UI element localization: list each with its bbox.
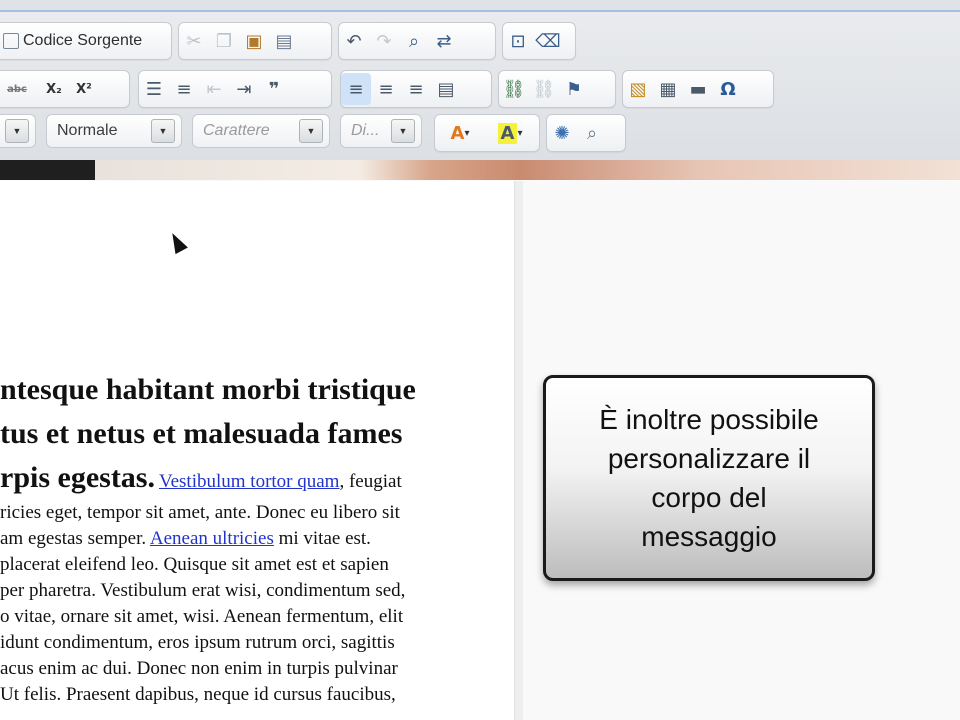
- source-button-label: Codice Sorgente: [23, 32, 143, 49]
- list-group: ☰ ≡ ⇤ ⇥ ❞: [138, 70, 332, 108]
- outdent-icon[interactable]: ⇤: [199, 73, 229, 105]
- size-select[interactable]: Di... ▼: [340, 114, 422, 148]
- article-text[interactable]: ntesque habitant morbi tristique tus et …: [0, 368, 520, 708]
- chevron-down-icon: ▼: [5, 119, 29, 143]
- callout-line-1: È inoltre possibile: [599, 404, 819, 435]
- select-group: ⊡ ⌫: [502, 22, 576, 60]
- chevron-down-icon: ▼: [299, 119, 323, 143]
- blockquote-icon[interactable]: ❞: [259, 73, 289, 105]
- maximize-icon[interactable]: ✺: [547, 117, 577, 149]
- link-vestibulum[interactable]: Vestibulum tortor quam: [159, 471, 339, 492]
- image-icon[interactable]: ▧: [623, 73, 653, 105]
- color-group: A ▾ A ▾: [434, 114, 540, 152]
- body-line: o vitae, ornare sit amet, wisi. Aenean f…: [0, 606, 404, 627]
- window-top-edge: [0, 0, 960, 12]
- paste-icon[interactable]: ▣: [239, 25, 269, 57]
- insert-group: ▧ ▦ ▬ Ω: [622, 70, 774, 108]
- styles-select[interactable]: ▼: [0, 114, 36, 148]
- format-select-value: Normale: [57, 122, 118, 139]
- article-mixed-line: rpis egestas. Vestibulum tortor quam, fe…: [0, 456, 520, 500]
- undo-icon[interactable]: ↶: [339, 25, 369, 57]
- superscript-button[interactable]: X²: [69, 73, 99, 105]
- body-line: ricies eget, tempor sit amet, ante. Done…: [0, 502, 400, 523]
- special-char-button[interactable]: Ω: [713, 73, 743, 105]
- align-right-icon[interactable]: ≡: [401, 73, 431, 105]
- header-banner-image: [0, 160, 960, 180]
- cut-icon[interactable]: ✂: [179, 25, 209, 57]
- link-group: ⛓ ⛓ ⚑: [498, 70, 616, 108]
- bullet-list-icon[interactable]: ≡: [169, 73, 199, 105]
- body-line: acus enim ac dui. Donec non enim in turp…: [0, 658, 398, 679]
- replace-icon[interactable]: ⇄: [429, 25, 459, 57]
- redo-icon[interactable]: ↷: [369, 25, 399, 57]
- link-icon[interactable]: ⛓: [499, 73, 529, 105]
- callout-line-3: corpo del: [651, 482, 767, 513]
- body-text: am egestas semper.: [0, 528, 150, 549]
- text-color-button[interactable]: A ▾: [435, 117, 485, 149]
- anchor-icon[interactable]: ⚑: [559, 73, 589, 105]
- align-group: ≡ ≡ ≡ ▤: [340, 70, 492, 108]
- callout-line-4: messaggio: [641, 521, 777, 552]
- text-style-group: abc X₂ X²: [0, 70, 130, 108]
- chevron-down-icon: ▼: [151, 119, 175, 143]
- preview-icon[interactable]: ⌕: [577, 117, 607, 149]
- body-line: idunt condimentum, eros ipsum rutrum orc…: [0, 632, 395, 653]
- bg-color-button[interactable]: A ▾: [485, 117, 535, 149]
- bg-color-label: A: [497, 122, 518, 144]
- subscript-button[interactable]: X₂: [39, 73, 69, 105]
- tools-group: ✺ ⌕: [546, 114, 626, 152]
- horizontal-rule-icon[interactable]: ▬: [683, 73, 713, 105]
- remove-format-icon[interactable]: ⌫: [533, 25, 563, 57]
- body-line: Ut felis. Praesent dapibus, neque id cur…: [0, 684, 396, 705]
- justify-icon[interactable]: ▤: [431, 73, 461, 105]
- paste-text-icon[interactable]: ▤: [269, 25, 299, 57]
- body-text: , feugiat: [339, 471, 402, 492]
- callout-line-2: personalizzare il: [607, 443, 811, 474]
- copy-icon[interactable]: ❐: [209, 25, 239, 57]
- font-select-placeholder: Carattere: [203, 122, 270, 139]
- strike-button[interactable]: abc: [0, 73, 39, 105]
- edit-group: ↶ ↷ ⌕ ⇄: [338, 22, 496, 60]
- article-heading-line-2: tus et netus et malesuada fames: [0, 417, 403, 450]
- article-heading-line-3: rpis egestas.: [0, 461, 155, 494]
- find-icon[interactable]: ⌕: [399, 25, 429, 57]
- link-aenean[interactable]: Aenean ultricies: [150, 528, 274, 549]
- size-select-placeholder: Di...: [351, 122, 380, 139]
- editor-toolbar: Codice Sorgente ✂ ❐ ▣ ▤ ↶ ↷ ⌕ ⇄ ⊡ ⌫ abc …: [0, 12, 960, 165]
- chevron-down-icon: ▼: [391, 119, 415, 143]
- clipboard-group: ✂ ❐ ▣ ▤: [178, 22, 332, 60]
- align-left-icon[interactable]: ≡: [341, 73, 371, 105]
- numbered-list-icon[interactable]: ☰: [139, 73, 169, 105]
- indent-icon[interactable]: ⇥: [229, 73, 259, 105]
- source-button[interactable]: Codice Sorgente: [0, 22, 172, 60]
- select-all-icon[interactable]: ⊡: [503, 25, 533, 57]
- article-heading-line-1: ntesque habitant morbi tristique: [0, 373, 416, 406]
- text-color-label: A: [450, 122, 465, 144]
- align-center-icon[interactable]: ≡: [371, 73, 401, 105]
- body-line: per pharetra. Vestibulum erat wisi, cond…: [0, 580, 406, 601]
- table-icon[interactable]: ▦: [653, 73, 683, 105]
- tutorial-callout: È inoltre possibile personalizzare il co…: [543, 375, 875, 581]
- body-line: am egestas semper. Aenean ultricies mi v…: [0, 526, 520, 552]
- source-icon: [3, 33, 19, 49]
- format-select[interactable]: Normale ▼: [46, 114, 182, 148]
- body-text: mi vitae est.: [273, 528, 371, 549]
- font-select[interactable]: Carattere ▼: [192, 114, 330, 148]
- body-line: placerat eleifend leo. Quisque sit amet …: [0, 554, 389, 575]
- unlink-icon[interactable]: ⛓: [529, 73, 559, 105]
